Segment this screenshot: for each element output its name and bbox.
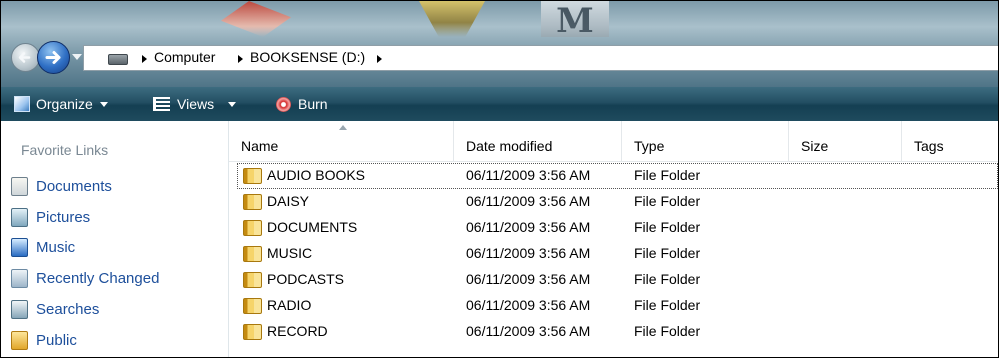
nav-link-label: Public bbox=[36, 331, 77, 349]
navigation-pane: Favorite Links Documents Pictures Music … bbox=[1, 121, 229, 357]
nav-link-public[interactable]: Public bbox=[11, 328, 77, 352]
folder-icon bbox=[243, 220, 262, 236]
nav-link-documents[interactable]: Documents bbox=[11, 174, 112, 198]
column-header-date-modified[interactable]: Date modified bbox=[454, 121, 622, 161]
organize-label: Organize bbox=[36, 96, 93, 112]
burn-label: Burn bbox=[298, 96, 328, 112]
chevron-down-icon bbox=[99, 101, 108, 107]
views-icon bbox=[153, 97, 170, 111]
file-date: 06/11/2009 3:56 AM bbox=[466, 245, 591, 261]
column-header-label: Tags bbox=[914, 138, 944, 154]
table-row[interactable]: RADIO 06/11/2009 3:56 AM File Folder bbox=[237, 293, 998, 319]
background-graphic-yellow bbox=[419, 1, 485, 37]
pictures-icon bbox=[11, 207, 28, 227]
nav-link-searches[interactable]: Searches bbox=[11, 297, 99, 321]
file-type: File Folder bbox=[634, 323, 701, 339]
background-graphic-red bbox=[221, 1, 291, 37]
table-row[interactable]: AUDIO BOOKS 06/11/2009 3:56 AM File Fold… bbox=[237, 163, 998, 189]
nav-link-label: Pictures bbox=[36, 208, 91, 226]
forward-button[interactable] bbox=[37, 41, 70, 74]
burn-button[interactable]: Burn bbox=[276, 87, 328, 121]
nav-link-label: Documents bbox=[36, 177, 112, 195]
file-name: RADIO bbox=[267, 297, 312, 313]
file-list: Name Date modified Type Size Tags AUDIO … bbox=[229, 121, 998, 357]
file-type: File Folder bbox=[634, 245, 701, 261]
file-type: File Folder bbox=[634, 193, 701, 209]
background-graphic-m: M bbox=[541, 1, 609, 41]
folder-icon bbox=[243, 324, 262, 340]
file-name: RECORD bbox=[267, 323, 328, 339]
file-name: PODCASTS bbox=[267, 271, 345, 287]
folder-icon bbox=[243, 298, 262, 314]
file-name: AUDIO BOOKS bbox=[267, 167, 366, 183]
nav-link-pictures[interactable]: Pictures bbox=[11, 205, 90, 229]
recently-changed-icon bbox=[11, 268, 28, 288]
nav-link-label: Searches bbox=[36, 300, 100, 318]
explorer-window: M Computer BOOKSENSE (D:) Organize Views… bbox=[0, 0, 999, 358]
organize-icon bbox=[14, 96, 30, 112]
sort-ascending-icon bbox=[339, 125, 347, 130]
views-label: Views bbox=[177, 96, 215, 112]
file-name: MUSIC bbox=[267, 245, 313, 261]
address-bar-area: M Computer BOOKSENSE (D:) bbox=[1, 1, 998, 87]
nav-link-music[interactable]: Music bbox=[11, 235, 75, 259]
header-divider bbox=[229, 161, 998, 162]
burn-disc-icon bbox=[276, 96, 291, 112]
column-header-label: Size bbox=[801, 138, 829, 154]
music-icon bbox=[11, 237, 28, 257]
drive-icon bbox=[108, 54, 128, 65]
table-row[interactable]: DAISY 06/11/2009 3:56 AM File Folder bbox=[237, 189, 998, 215]
recent-pages-chevron-icon[interactable] bbox=[72, 54, 82, 60]
back-arrow-icon bbox=[18, 52, 31, 63]
table-row[interactable]: MUSIC 06/11/2009 3:56 AM File Folder bbox=[237, 241, 998, 267]
views-button[interactable]: Views bbox=[153, 87, 237, 121]
column-header-size[interactable]: Size bbox=[789, 121, 902, 161]
back-button[interactable] bbox=[11, 43, 40, 72]
table-row[interactable]: DOCUMENTS 06/11/2009 3:56 AM File Folder bbox=[237, 215, 998, 241]
file-type: File Folder bbox=[634, 219, 701, 235]
documents-icon bbox=[11, 176, 28, 196]
column-header-name[interactable]: Name bbox=[229, 121, 454, 161]
column-header-type[interactable]: Type bbox=[622, 121, 789, 161]
nav-link-recently-changed[interactable]: Recently Changed bbox=[11, 266, 159, 290]
favorite-links-heading: Favorite Links bbox=[21, 142, 109, 158]
folder-icon bbox=[243, 194, 262, 210]
file-type: File Folder bbox=[634, 297, 701, 313]
file-name: DOCUMENTS bbox=[267, 219, 358, 235]
file-date: 06/11/2009 3:56 AM bbox=[466, 323, 591, 339]
public-folder-icon bbox=[11, 330, 28, 350]
breadcrumb-computer[interactable]: Computer bbox=[154, 49, 215, 65]
breadcrumb-booksense[interactable]: BOOKSENSE (D:) bbox=[250, 49, 365, 65]
file-type: File Folder bbox=[634, 271, 701, 287]
column-header-label: Name bbox=[241, 138, 279, 154]
breadcrumb-separator-icon[interactable] bbox=[377, 55, 382, 63]
column-header-label: Type bbox=[634, 138, 665, 154]
nav-link-label: Recently Changed bbox=[36, 269, 160, 287]
table-row[interactable]: RECORD 06/11/2009 3:56 AM File Folder bbox=[237, 319, 998, 345]
forward-arrow-icon bbox=[45, 51, 61, 64]
organize-button[interactable]: Organize bbox=[14, 87, 108, 121]
command-toolbar: Organize Views Burn bbox=[1, 87, 998, 121]
file-date: 06/11/2009 3:56 AM bbox=[466, 219, 591, 235]
folder-icon bbox=[243, 246, 262, 262]
column-header-tags[interactable]: Tags bbox=[902, 121, 998, 161]
nav-link-label: Music bbox=[36, 238, 76, 256]
file-date: 06/11/2009 3:56 AM bbox=[466, 193, 591, 209]
column-header-label: Date modified bbox=[466, 138, 553, 154]
file-date: 06/11/2009 3:56 AM bbox=[466, 297, 591, 313]
breadcrumb-separator-icon[interactable] bbox=[142, 55, 147, 63]
folder-icon bbox=[243, 168, 262, 184]
folder-icon bbox=[243, 272, 262, 288]
breadcrumb-separator-icon[interactable] bbox=[238, 55, 243, 63]
file-name: DAISY bbox=[267, 193, 310, 209]
chevron-down-icon bbox=[228, 101, 237, 107]
address-field[interactable]: Computer BOOKSENSE (D:) bbox=[83, 45, 998, 71]
file-type: File Folder bbox=[634, 167, 701, 183]
searches-icon bbox=[11, 299, 28, 319]
table-row[interactable]: PODCASTS 06/11/2009 3:56 AM File Folder bbox=[237, 267, 998, 293]
file-date: 06/11/2009 3:56 AM bbox=[466, 167, 591, 183]
file-date: 06/11/2009 3:56 AM bbox=[466, 271, 591, 287]
